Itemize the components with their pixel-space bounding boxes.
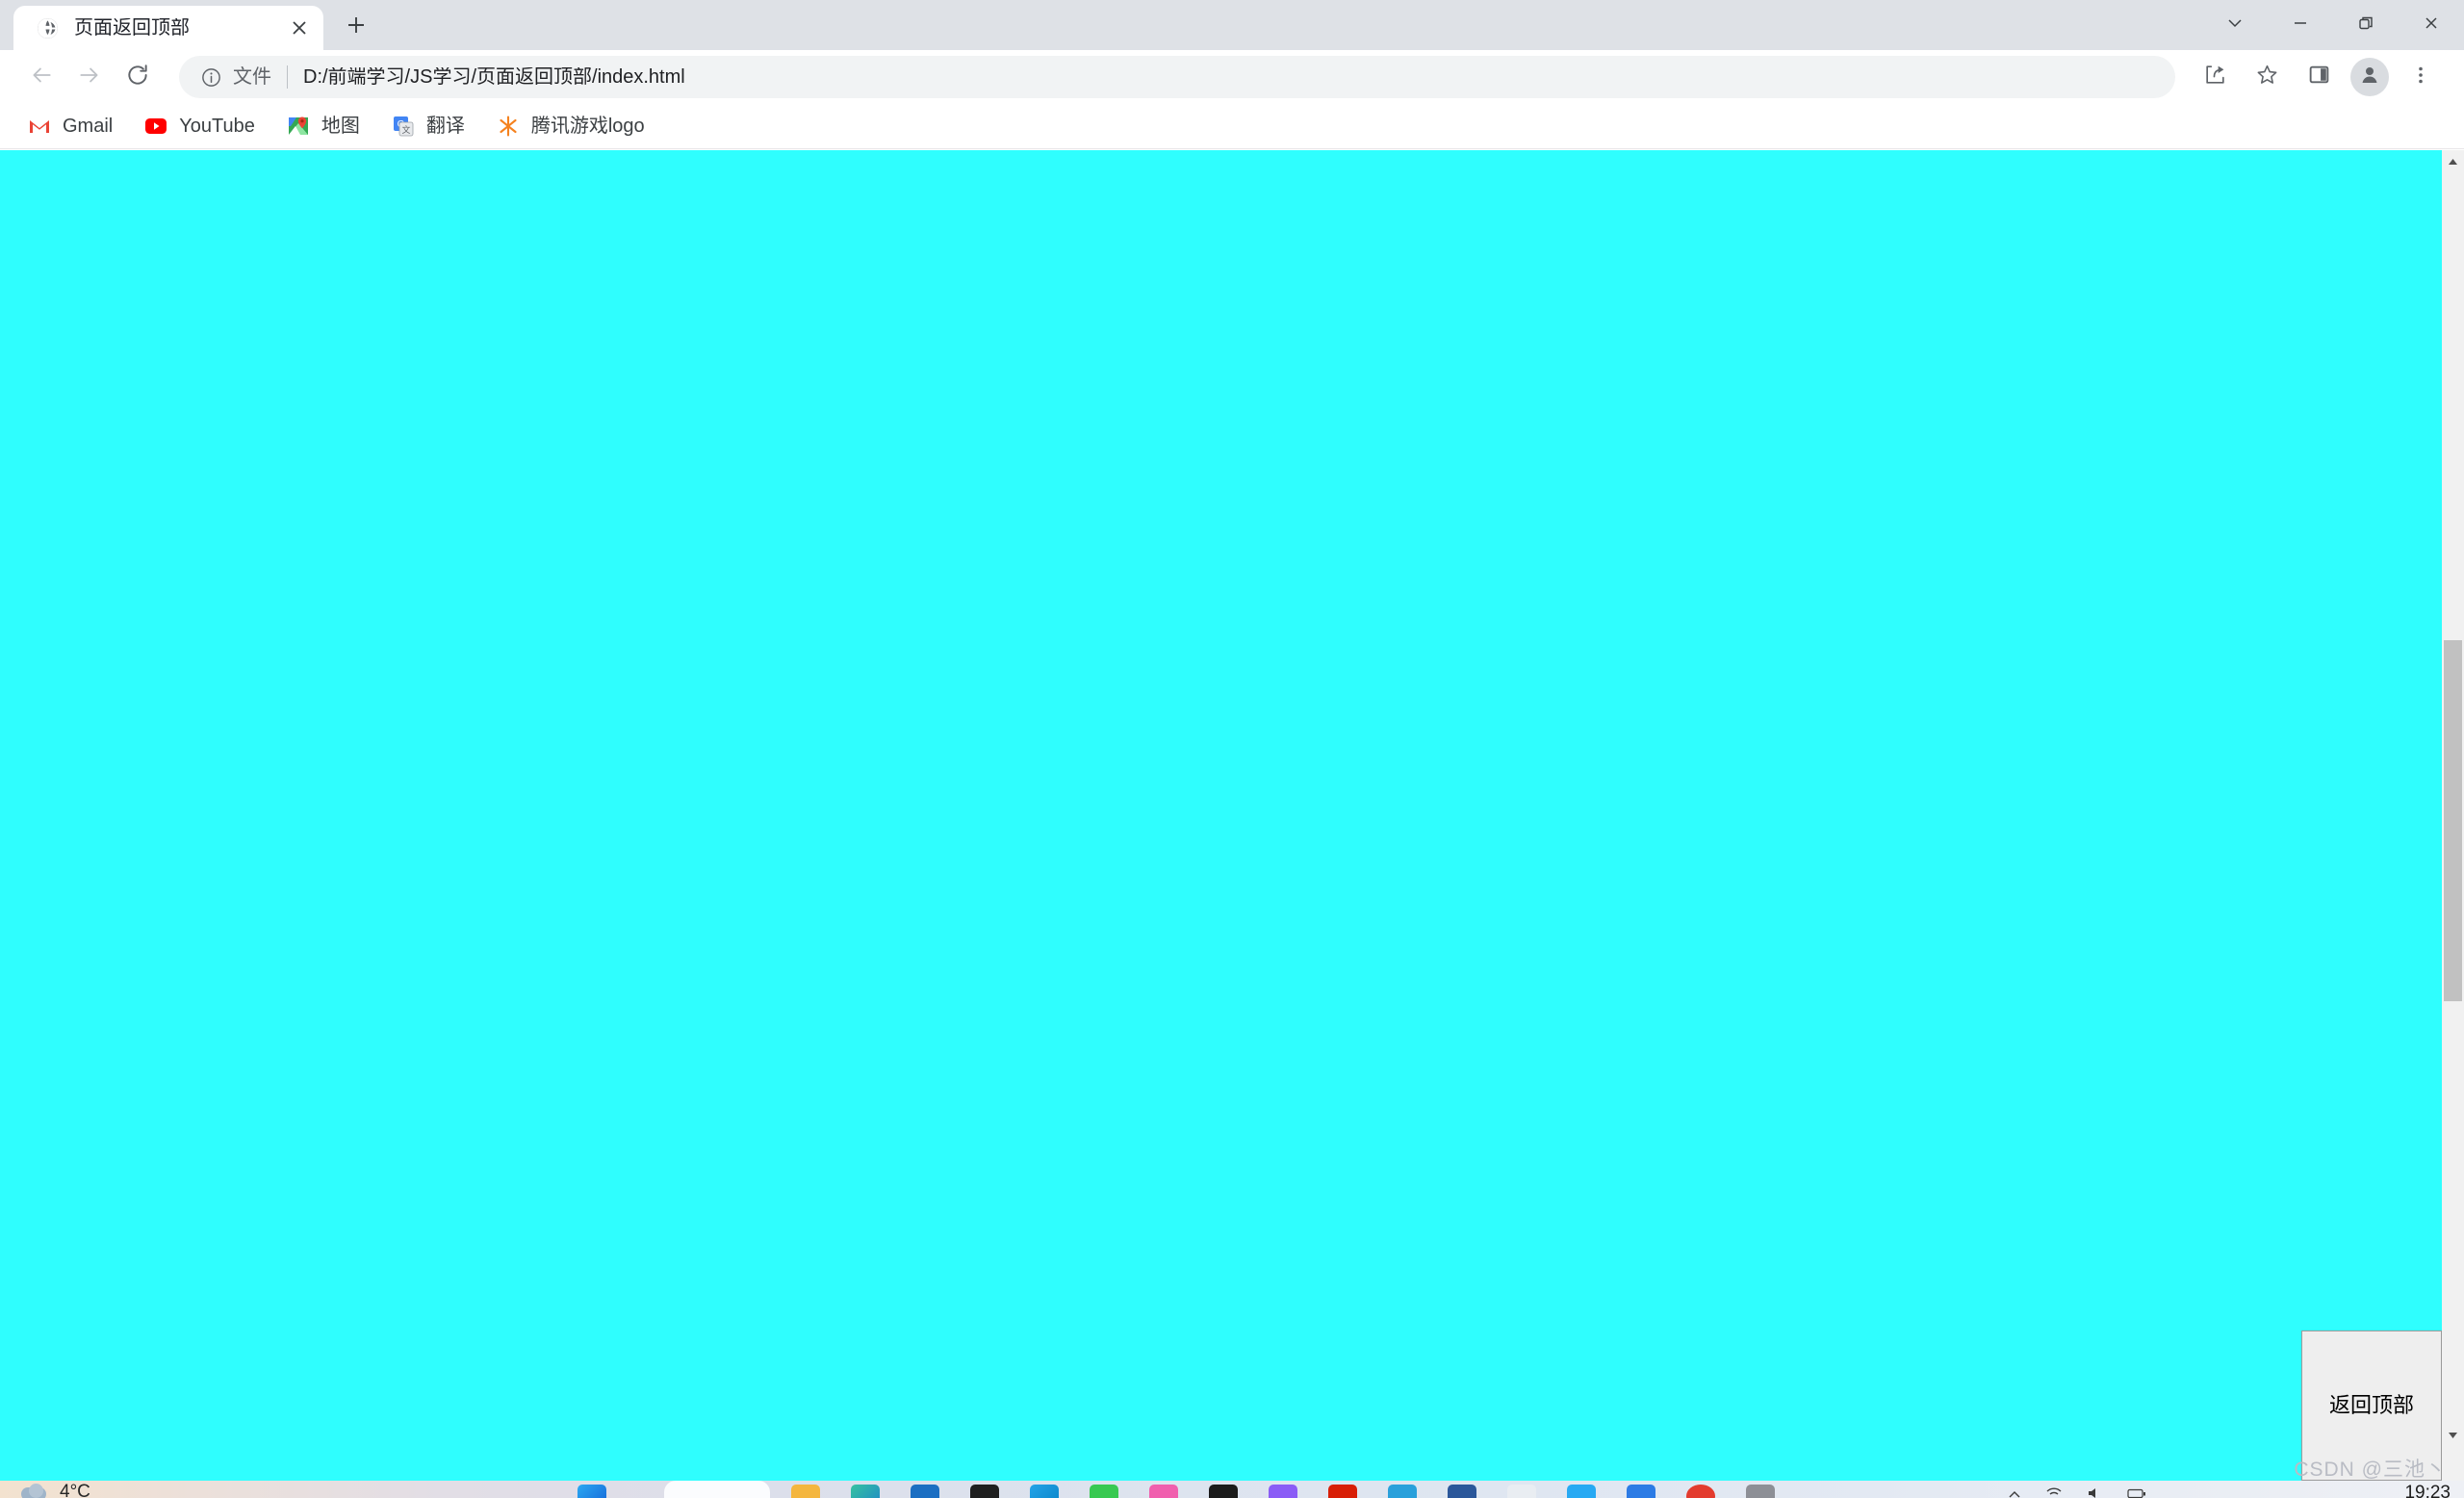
bookmark-label: 地图 [321,116,360,137]
taskbar-weather-widget[interactable]: 4°C [21,1483,90,1498]
new-tab-button[interactable] [335,6,377,48]
taskbar-icon-figma[interactable] [1269,1485,1297,1498]
volume-icon[interactable] [2087,1486,2102,1498]
forward-button[interactable] [65,53,114,101]
tab-strip: 页面返回顶部 [0,0,2464,50]
reload-icon [125,63,150,92]
three-dots-icon [2410,65,2431,90]
bookmark-label: 翻译 [425,116,465,137]
taskbar-icon-vscode[interactable] [1209,1485,1238,1498]
chevron-down-icon [2225,13,2245,38]
page-scrollbar[interactable] [2442,150,2464,1481]
taskbar-icon-photos[interactable] [1149,1485,1178,1498]
tencent-games-icon [496,114,521,139]
taskbar-icon-explorer[interactable] [791,1485,820,1498]
triangle-up-icon[interactable] [2442,150,2464,172]
profile-avatar[interactable] [2350,58,2389,96]
close-icon [2422,13,2441,38]
side-panel-icon [2307,63,2331,91]
windows-taskbar: 4°C 19:23 [0,1481,2464,1498]
browser-tab[interactable]: 页面返回顶部 [13,6,323,50]
address-bar[interactable]: 文件 D:/前端学习/JS学习/页面返回顶部/index.html [179,56,2175,98]
tab-search-button[interactable] [2202,0,2268,50]
triangle-down-icon[interactable] [2442,1424,2464,1446]
taskbar-icon-blue-app[interactable] [1627,1485,1656,1498]
bookmark-button[interactable] [2241,53,2293,101]
bookmark-item-translate[interactable]: G 文 翻译 [379,109,476,143]
taskbar-icon-grey-app[interactable] [1746,1485,1775,1498]
taskbar-icon-opera[interactable] [1686,1485,1715,1498]
tab-close-icon[interactable] [285,13,314,42]
taskbar-icon-edge[interactable] [851,1485,880,1498]
globe-icon [35,15,61,41]
minimize-icon [2291,13,2310,38]
taskbar-clock: 19:23 [2404,1483,2451,1498]
share-button[interactable] [2189,53,2241,101]
weather-temperature: 4°C [60,1482,90,1498]
google-translate-icon: G 文 [391,114,416,139]
minimize-button[interactable] [2268,0,2333,50]
arrow-left-icon [29,63,54,92]
bookmark-item-gmail[interactable]: Gmail [15,109,124,143]
reload-button[interactable] [114,53,162,101]
chevron-up-icon[interactable] [2008,1486,2021,1498]
battery-icon[interactable] [2127,1486,2146,1498]
taskbar-icon-start[interactable] [578,1485,606,1498]
browser-window: 页面返回顶部 文件 D:/前端学习/JS学习/页面返回顶部/index.html… [0,0,2464,1498]
url-scheme-label: 文件 [233,66,271,88]
wifi-icon[interactable] [2046,1486,2062,1498]
page-content: 返回顶部 [0,150,2442,1481]
taskbar-icon-qq[interactable] [1567,1485,1596,1498]
bookmark-item-youtube[interactable]: YouTube [132,109,267,143]
google-maps-icon [286,114,311,139]
toolbar-actions [2189,53,2447,101]
bookmark-label: YouTube [179,116,255,137]
gmail-icon [27,114,52,139]
back-button[interactable] [17,53,65,101]
window-controls [2202,0,2464,50]
omnibox-divider [287,65,288,89]
browser-menu-button[interactable] [2395,53,2447,101]
taskbar-icon-netease[interactable] [1328,1485,1357,1498]
close-button[interactable] [2399,0,2464,50]
info-circle-icon[interactable] [198,65,223,90]
tab-title: 页面返回顶部 [74,18,190,38]
share-icon [2203,63,2227,91]
person-icon [2358,64,2381,91]
bookmark-item-maps[interactable]: 地图 [274,109,372,143]
star-icon [2255,63,2279,91]
taskbar-clock-area[interactable]: 19:23 [2404,1481,2451,1498]
csdn-watermark: CSDN @三池丶 [2294,1459,2447,1481]
restore-button[interactable] [2333,0,2399,50]
taskbar-icon-store[interactable] [911,1485,939,1498]
bookmark-item-tencent-games[interactable]: 腾讯游戏logo [484,109,656,143]
taskbar-icon-notepad[interactable] [1507,1485,1536,1498]
side-panel-button[interactable] [2293,53,2345,101]
restore-icon [2356,13,2375,38]
bookmarks-bar: Gmail YouTube 地图 文 翻译 腾讯游戏logo [0,104,2464,149]
scrollbar-thumb[interactable] [2444,640,2462,1001]
cloud-icon [21,1483,50,1498]
youtube-icon [143,114,168,139]
taskbar-icon-terminal[interactable] [970,1485,999,1498]
taskbar-icon-chrome[interactable] [1030,1485,1059,1498]
taskbar-icon-word[interactable] [1448,1485,1476,1498]
taskbar-icon-wechat[interactable] [1090,1485,1118,1498]
browser-toolbar: 文件 D:/前端学习/JS学习/页面返回顶部/index.html [0,50,2464,104]
taskbar-app-icons [578,1485,1775,1498]
svg-text:文: 文 [401,124,410,135]
bookmark-label: 腾讯游戏logo [530,116,645,137]
arrow-right-icon [77,63,102,92]
bookmark-label: Gmail [63,116,114,137]
taskbar-system-tray [2008,1486,2146,1498]
url-text: D:/前端学习/JS学习/页面返回顶部/index.html [303,67,685,87]
taskbar-icon-telegram[interactable] [1388,1485,1417,1498]
plus-icon [346,14,367,40]
page-viewport: 返回顶部 [0,150,2464,1481]
